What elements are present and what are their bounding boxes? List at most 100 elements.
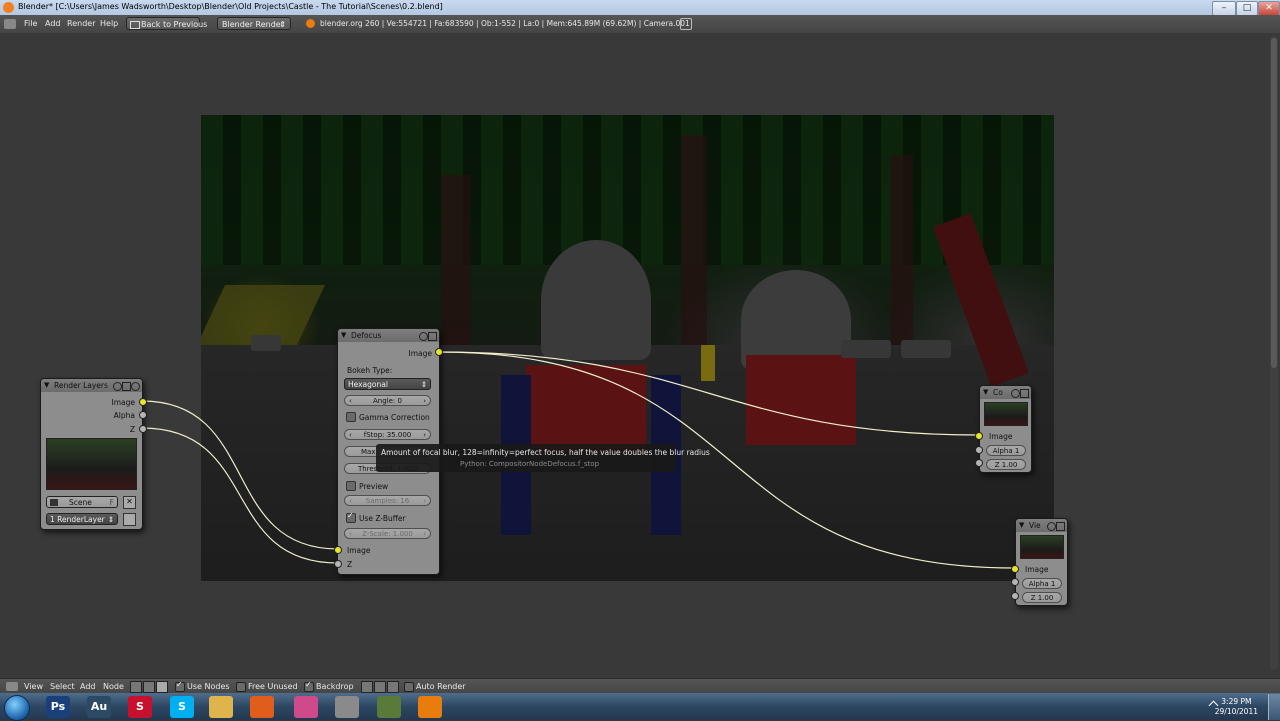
system-clock[interactable]: 3:29 PM 29/10/2011: [1215, 697, 1258, 717]
z-value: Z 1.00: [1030, 594, 1054, 602]
options-icon[interactable]: [1020, 389, 1029, 398]
collapse-icon[interactable]: ▼: [1019, 519, 1024, 532]
preview-checkbox[interactable]: [346, 481, 356, 491]
image-input-socket[interactable]: [334, 546, 342, 554]
fstop-field[interactable]: ‹ fStop: 35.000 ›: [344, 429, 431, 440]
image-input-socket[interactable]: [1011, 565, 1019, 573]
preview-toggle-icon[interactable]: [1047, 522, 1056, 531]
bokeh-type-label: Bokeh Type:: [347, 366, 393, 375]
increment-icon[interactable]: ›: [423, 496, 426, 505]
menu-view[interactable]: View: [24, 682, 43, 691]
composite-node[interactable]: ▼ Co Image Alpha 1 Z 1.00: [979, 385, 1032, 473]
texture-nodes-icon[interactable]: [156, 681, 168, 693]
options-icon[interactable]: [1056, 522, 1065, 531]
alpha-output-socket[interactable]: [139, 411, 147, 419]
alpha-input-socket[interactable]: [1011, 578, 1019, 586]
increment-icon[interactable]: ›: [423, 396, 426, 405]
increment-icon[interactable]: ›: [423, 430, 426, 439]
collapse-icon[interactable]: ▼: [44, 379, 49, 392]
gamma-correction-checkbox[interactable]: [346, 412, 356, 422]
unlink-icon[interactable]: ✕: [123, 496, 136, 509]
options-icon[interactable]: [122, 382, 131, 391]
node-title: Render Layers: [54, 381, 108, 390]
preview-toggle-icon[interactable]: [113, 382, 122, 391]
node-title: Co: [993, 388, 1003, 397]
hide-sockets-icon[interactable]: [131, 382, 140, 391]
shader-nodes-icon[interactable]: [130, 681, 142, 693]
collapse-icon[interactable]: ▼: [341, 329, 346, 342]
scene-field[interactable]: Scene F: [46, 496, 118, 508]
node-header[interactable]: ▼ Vie: [1016, 519, 1067, 532]
decrement-icon[interactable]: ‹: [349, 496, 352, 505]
render-layer-select[interactable]: 1 RenderLayer ⇕: [46, 513, 118, 525]
menu-select[interactable]: Select: [50, 682, 75, 691]
preview-toggle-icon[interactable]: [419, 332, 428, 341]
max-blur-value: Max: [361, 448, 376, 456]
viewer-node[interactable]: ▼ Vie Image Alpha 1 Z 1.00: [1015, 518, 1068, 606]
scrollbar-thumb[interactable]: [1271, 38, 1277, 368]
node-header[interactable]: ▼ Render Layers: [41, 379, 142, 392]
render-layers-node[interactable]: ▼ Render Layers Image Alpha Z Scene F ✕ …: [40, 378, 143, 530]
skype-icon[interactable]: S: [170, 696, 194, 718]
decrement-icon[interactable]: ‹: [349, 396, 352, 405]
blender-taskbar-icon[interactable]: [418, 696, 442, 718]
photoshop-icon[interactable]: Ps: [46, 696, 70, 718]
decrement-icon[interactable]: ‹: [349, 430, 352, 439]
app-icon[interactable]: [377, 696, 401, 718]
z-field[interactable]: Z 1.00: [1022, 592, 1062, 603]
menu-node[interactable]: Node: [103, 682, 124, 691]
options-icon[interactable]: [428, 332, 437, 341]
backdrop-alpha-icon[interactable]: [387, 681, 399, 693]
free-unused-checkbox[interactable]: [236, 682, 246, 692]
backdrop-color-icon[interactable]: [374, 681, 386, 693]
tooltip-python: Python: CompositorNodeDefocus.f_stop: [460, 460, 600, 468]
render-icon[interactable]: [123, 513, 136, 526]
editor-scrollbar[interactable]: [1270, 36, 1278, 670]
auto-render-checkbox[interactable]: [404, 682, 414, 692]
alpha-input-socket[interactable]: [975, 446, 983, 454]
bokeh-type-select[interactable]: Hexagonal ⇕: [344, 378, 431, 390]
node-header[interactable]: ▼ Co: [980, 386, 1031, 399]
virtualbox-icon[interactable]: [335, 696, 359, 718]
editor-type-icon[interactable]: [6, 682, 18, 691]
use-zbuffer-checkbox[interactable]: [346, 511, 356, 523]
preview-label: Preview: [359, 482, 389, 491]
increment-icon[interactable]: ›: [423, 529, 426, 538]
collapse-icon[interactable]: ▼: [983, 386, 988, 399]
auto-render-label: Auto Render: [416, 682, 466, 691]
z-input-socket[interactable]: [334, 560, 342, 568]
samples-field[interactable]: ‹ Samples: 16 ›: [344, 495, 431, 506]
z-field[interactable]: Z 1.00: [986, 459, 1026, 470]
use-nodes-checkbox[interactable]: [175, 680, 185, 692]
image-output-socket[interactable]: [435, 348, 443, 356]
scene-name: Scene: [69, 498, 92, 507]
image-input-socket[interactable]: [975, 432, 983, 440]
angle-field[interactable]: ‹ Angle: 0 ›: [344, 395, 431, 406]
z-output-socket[interactable]: [139, 425, 147, 433]
firefox-icon[interactable]: [250, 696, 274, 718]
node-header[interactable]: ▼ Defocus: [338, 329, 439, 342]
alpha-field[interactable]: Alpha 1: [986, 445, 1026, 456]
decrement-icon[interactable]: ‹: [349, 529, 352, 538]
show-desktop-button[interactable]: [1268, 694, 1280, 720]
explorer-folder-icon[interactable]: [209, 696, 233, 718]
backdrop-channels-icon[interactable]: [361, 681, 373, 693]
z-input-socket[interactable]: [1011, 592, 1019, 600]
audition-icon[interactable]: Au: [87, 696, 111, 718]
alpha-field[interactable]: Alpha 1: [1022, 578, 1062, 589]
menu-add[interactable]: Add: [80, 682, 96, 691]
scene-users: F: [109, 498, 114, 507]
backdrop-checkbox[interactable]: [304, 680, 314, 692]
tooltip-text: Amount of focal blur, 128=infinity=perfe…: [381, 448, 710, 457]
z-input-socket[interactable]: [975, 459, 983, 467]
zscale-field[interactable]: ‹ Z-Scale: 1.000 ›: [344, 528, 431, 539]
input-label: Image: [1025, 565, 1049, 574]
node-links: [141, 351, 1016, 569]
image-output-socket[interactable]: [139, 398, 147, 406]
preview-toggle-icon[interactable]: [1011, 389, 1020, 398]
z-value: Z 1.00: [994, 461, 1018, 469]
skype-red-icon[interactable]: S: [128, 696, 152, 718]
start-button[interactable]: [4, 695, 30, 721]
snowflake-app-icon[interactable]: [294, 696, 318, 718]
compositing-nodes-icon[interactable]: [143, 681, 155, 693]
